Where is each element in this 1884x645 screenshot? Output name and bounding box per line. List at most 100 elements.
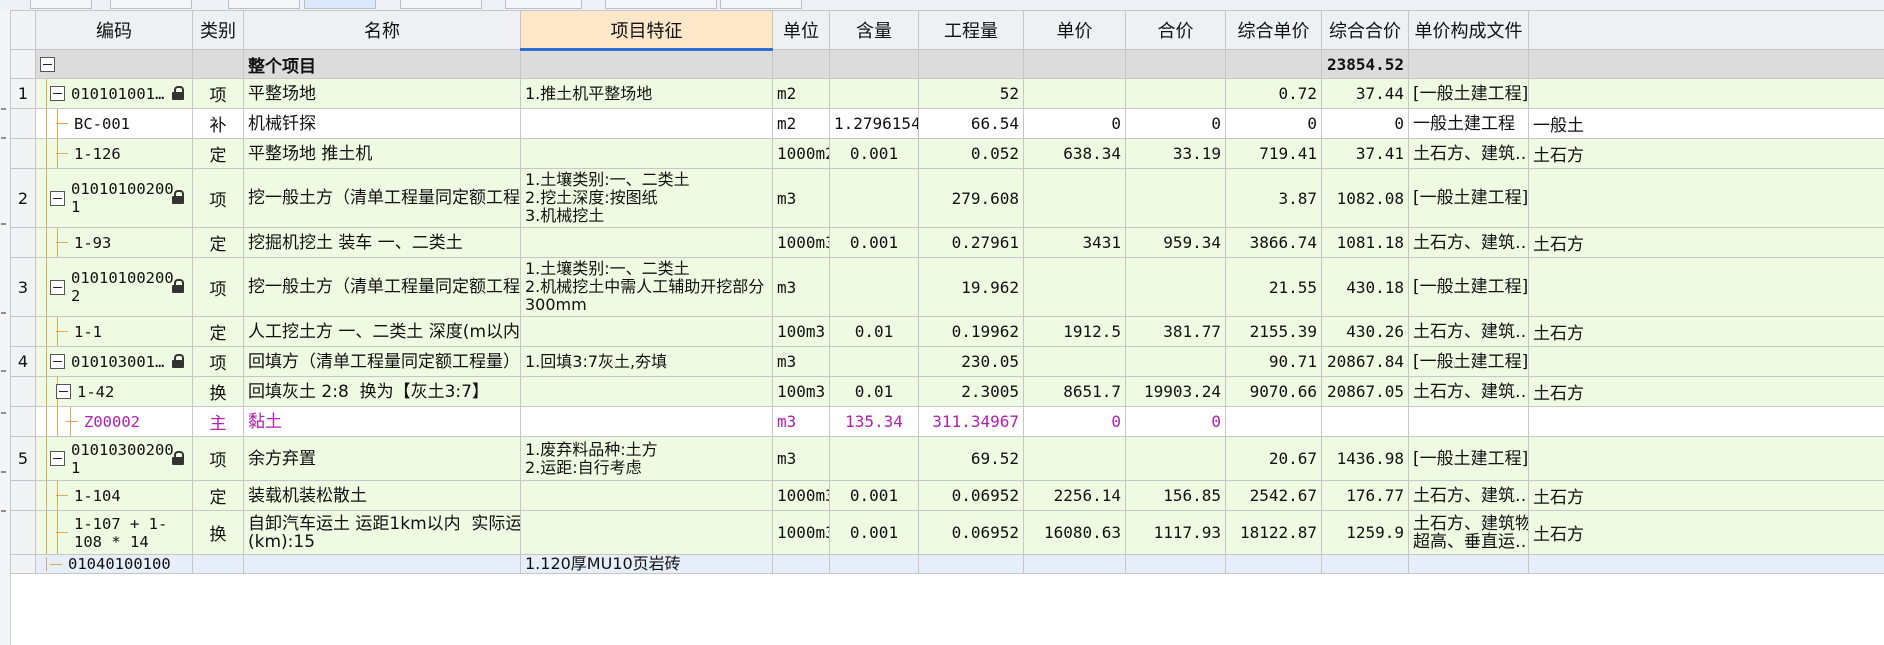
cell-name[interactable]: 回填灰土 2:8 换为【灰土3:7】 <box>243 376 521 407</box>
table-row[interactable]: 1-93 定 挖掘机挖土 装车 一、二类土 1000m3 0.001 0.27961 343… <box>10 227 1884 258</box>
cell-type[interactable]: 主 <box>192 406 244 437</box>
code-cell[interactable]: 1-42 <box>35 376 193 407</box>
cell-quantity[interactable]: 66.54 <box>918 108 1024 139</box>
cell-price-file[interactable]: 土石方、建筑… <box>1408 480 1529 511</box>
collapse-icon[interactable] <box>40 56 55 72</box>
cell-price-file[interactable]: 土石方、建筑物 超高、垂直运… <box>1408 510 1529 555</box>
cell-feature[interactable] <box>520 316 773 347</box>
cell-comp-total[interactable]: 176.77 <box>1321 480 1409 511</box>
cell-content[interactable]: 0.001 <box>829 138 919 169</box>
table-row[interactable]: 4 010103001… 项 回填方（清单工程量同定额工程量） 1.回填3:7灰土,夯填… <box>10 346 1884 377</box>
col-header-unit-price[interactable]: 单价 <box>1023 10 1126 50</box>
col-header-type[interactable]: 类别 <box>192 10 244 50</box>
cell-comp-unit-price[interactable]: 2155.39 <box>1225 316 1322 347</box>
cell-total[interactable]: 959.34 <box>1125 227 1226 258</box>
cell-unit-price[interactable]: 638.34 <box>1023 138 1126 169</box>
cell-feature[interactable]: 1.废弃料品种:土方 2.运距:自行考虑 <box>520 436 773 481</box>
cell-comp-unit-price[interactable]: 21.55 <box>1225 257 1322 317</box>
cell-content[interactable] <box>829 257 919 317</box>
cell-unit[interactable]: m3 <box>772 257 830 317</box>
cell-type[interactable]: 项 <box>192 436 244 481</box>
collapse-icon[interactable] <box>50 279 65 295</box>
cell-extra[interactable]: 一般土 <box>1528 108 1884 139</box>
cell-comp-unit-price[interactable]: 90.71 <box>1225 346 1322 377</box>
cell-comp-unit-price[interactable]: 9070.66 <box>1225 376 1322 407</box>
cell-comp-unit-price[interactable]: 0.72 <box>1225 78 1322 109</box>
table-row[interactable]: BC-001 补 机械钎探 m2 1.2796154 66.54 0 0 0 0 一般土建工程 一般土 <box>10 108 1884 139</box>
cell-type[interactable]: 定 <box>192 480 244 511</box>
cell-comp-total[interactable]: 0 <box>1321 108 1409 139</box>
cell-comp-unit-price[interactable]: 20.67 <box>1225 436 1322 481</box>
cell-total[interactable]: 1117.93 <box>1125 510 1226 555</box>
col-header-comp-unit-price[interactable]: 综合单价 <box>1225 10 1322 50</box>
code-cell[interactable]: 1-107 + 1-108 * 14 <box>35 510 193 555</box>
col-header-quantity[interactable]: 工程量 <box>918 10 1024 50</box>
col-header-name[interactable]: 名称 <box>243 10 521 50</box>
cell-unit[interactable]: m3 <box>772 168 830 228</box>
cell-comp-total[interactable]: 20867.05 <box>1321 376 1409 407</box>
cell-quantity[interactable]: 19.962 <box>918 257 1024 317</box>
cell-extra[interactable]: 土石方 <box>1528 510 1884 555</box>
cell-name[interactable]: 平整场地 推土机 <box>243 138 521 169</box>
code-cell[interactable]: 01010100200 2 <box>35 257 193 317</box>
col-header-feature[interactable]: 项目特征 <box>520 10 773 51</box>
cell-unit[interactable]: m3 <box>772 346 830 377</box>
cell-total[interactable]: 19903.24 <box>1125 376 1226 407</box>
cell-extra[interactable]: 土石方 <box>1528 480 1884 511</box>
cell-total[interactable]: 0 <box>1125 406 1226 437</box>
cell-extra[interactable] <box>1528 436 1884 481</box>
cell-price-file[interactable]: [一般土建工程] <box>1408 436 1529 481</box>
cell-unit-price[interactable] <box>1023 257 1126 317</box>
cell-quantity[interactable]: 230.05 <box>918 346 1024 377</box>
cell-type[interactable]: 项 <box>192 78 244 109</box>
code-cell[interactable]: 010101001… <box>35 78 193 109</box>
cell-unit[interactable]: 1000m3 <box>772 510 830 555</box>
cell-comp-total[interactable]: 430.18 <box>1321 257 1409 317</box>
cell-unit-price[interactable]: 3431 <box>1023 227 1126 258</box>
cell-type[interactable]: 定 <box>192 138 244 169</box>
cell-price-file[interactable]: [一般土建工程] <box>1408 257 1529 317</box>
code-cell[interactable]: 1-126 <box>35 138 193 169</box>
cell-unit[interactable]: 1000m2 <box>772 138 830 169</box>
col-header-unit[interactable]: 单位 <box>772 10 830 50</box>
cell-total[interactable] <box>1125 168 1226 228</box>
cell-unit[interactable]: 100m3 <box>772 316 830 347</box>
cell-unit[interactable]: 1000m3 <box>772 480 830 511</box>
cell-quantity[interactable]: 2.3005 <box>918 376 1024 407</box>
top-tab[interactable] <box>720 0 802 9</box>
table-row[interactable]: 301010100200 2 项 挖一般土方（清单工程量同定额工程量）1.土壤类别:… <box>10 257 1884 317</box>
cell-price-file[interactable]: [一般土建工程] <box>1408 78 1529 109</box>
cell-extra[interactable] <box>1528 168 1884 228</box>
cell-name[interactable]: 余方弃置 <box>243 436 521 481</box>
cell-extra[interactable]: 土石方 <box>1528 376 1884 407</box>
code-cell[interactable]: 1-93 <box>35 227 193 258</box>
cell-comp-total[interactable]: 37.41 <box>1321 138 1409 169</box>
top-tab[interactable] <box>228 0 300 9</box>
cell-comp-total[interactable]: 1436.98 <box>1321 436 1409 481</box>
cell-extra[interactable]: 土石方 <box>1528 138 1884 169</box>
cell-name[interactable] <box>243 554 521 574</box>
summary-row[interactable]: 整个项目 23854.52 <box>10 49 1884 79</box>
cell-content[interactable] <box>829 78 919 109</box>
cell-feature[interactable] <box>520 510 773 555</box>
collapse-icon[interactable] <box>50 354 65 369</box>
cell-quantity[interactable]: 0.06952 <box>918 480 1024 511</box>
code-cell[interactable]: 01040100100 <box>35 554 193 574</box>
cell-feature[interactable] <box>520 406 773 437</box>
cell-name[interactable]: 黏土 <box>243 406 521 437</box>
cell-type[interactable]: 定 <box>192 227 244 258</box>
cell-feature[interactable] <box>520 227 773 258</box>
cell-unit[interactable]: m3 <box>772 406 830 437</box>
col-header-extra[interactable] <box>1528 10 1884 50</box>
cell-price-file[interactable]: 土石方、建筑… <box>1408 138 1529 169</box>
code-cell[interactable]: Z00002 <box>35 406 193 437</box>
table-row[interactable]: 5 01010300200 1 项 余方弃置 1.废弃料品种:土方 2.运距:自行考虑 m… <box>10 436 1884 481</box>
cell-content[interactable]: 0.001 <box>829 480 919 511</box>
cell-unit[interactable]: m2 <box>772 108 830 139</box>
col-header-content[interactable]: 含量 <box>829 10 919 50</box>
cell-name[interactable]: 挖掘机挖土 装车 一、二类土 <box>243 227 521 258</box>
cell-unit-price[interactable]: 0 <box>1023 406 1126 437</box>
top-tab[interactable] <box>605 0 717 9</box>
cell-content[interactable] <box>829 346 919 377</box>
cell-total[interactable] <box>1125 257 1226 317</box>
